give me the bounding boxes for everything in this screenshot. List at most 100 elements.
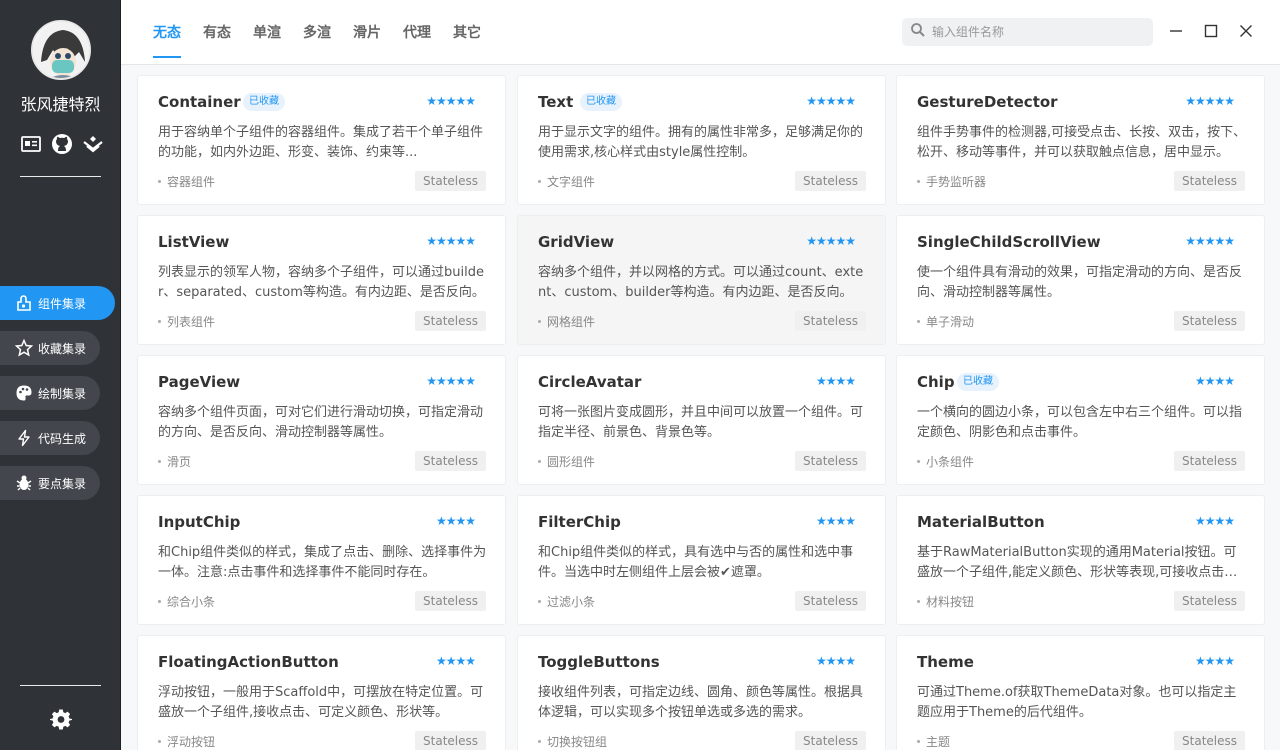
nav-item-paint[interactable]: 绘制集录	[0, 376, 100, 410]
rating-stars-icon: ★★★★	[435, 514, 476, 528]
sidebar: 张风捷特烈 组件集录 收藏集录 绘制集录 代码生成 要点集录	[0, 0, 121, 750]
rating-stars-icon: ★★★★★	[1185, 234, 1235, 248]
tab-other[interactable]: 其它	[453, 22, 481, 50]
widget-category-tag: 文字组件	[538, 173, 595, 190]
avatar[interactable]	[31, 20, 91, 80]
tab-sliver[interactable]: 滑片	[353, 22, 381, 50]
widget-card-title: PageView	[158, 373, 241, 391]
widget-card[interactable]: ToggleButtons ★★★★ 接收组件列表，可指定边线、圆角、颜色等属性。根…	[517, 635, 886, 750]
widget-card-title: FloatingActionButton	[158, 653, 339, 671]
search-input[interactable]	[932, 25, 1142, 39]
nav-item-points[interactable]: 要点集录	[0, 466, 100, 500]
widget-card[interactable]: InputChip ★★★★ 和Chip组件类似的样式，集成了点击、删除、选择事件为…	[137, 495, 506, 625]
widget-card-description: 一个横向的圆边小条，可以包含左中右三个组件。可以指定颜色、阴影色和点击事件。	[917, 405, 1243, 440]
widget-card-description: 用于显示文字的组件。拥有的属性非常多，足够满足你的使用需求,核心样式由style…	[538, 125, 864, 160]
widget-card[interactable]: PageView ★★★★★ 容纳多个组件页面，可对它们进行滑动切换，可指定滑动的方…	[137, 355, 506, 485]
rating-stars-icon: ★★★★★	[806, 234, 856, 248]
widget-card-grid: Container 已收藏 ★★★★★ 用于容纳单个子组件的容器组件。集成了若干个单子…	[137, 75, 1266, 750]
widget-card[interactable]: CircleAvatar ★★★★ 可将一张图片变成圆形，并且中间可以放置一个组件。…	[517, 355, 886, 485]
tab-single-render[interactable]: 单渲	[253, 22, 281, 50]
widget-card[interactable]: Theme ★★★★ 可通过Theme.of获取ThemeData对象。也可以指定主…	[896, 635, 1265, 750]
widget-card[interactable]: SingleChildScrollView ★★★★★ 使一个组件具有滑动的效果，可…	[896, 215, 1265, 345]
widget-state-label: Stateless	[415, 171, 486, 191]
widget-card[interactable]: ListView ★★★★★ 列表显示的领军人物，容纳多个子组件，可以通过build…	[137, 215, 506, 345]
widget-card-title: SingleChildScrollView	[917, 233, 1101, 251]
rating-stars-icon: ★★★★★	[426, 374, 476, 388]
search-box[interactable]	[902, 18, 1153, 46]
widget-state-label: Stateless	[795, 731, 866, 750]
widget-state-label: Stateless	[1174, 451, 1245, 471]
widget-card[interactable]: GestureDetector ★★★★★ 组件手势事件的检测器,可接受点击、长按、…	[896, 75, 1265, 205]
rating-stars-icon: ★★★★★	[806, 94, 856, 108]
widget-card-title: ListView	[158, 233, 230, 251]
rating-stars-icon: ★★★★	[1194, 514, 1235, 528]
widget-category-tag: 列表组件	[158, 313, 215, 330]
juejin-icon[interactable]	[82, 133, 104, 155]
widget-card-description: 和Chip组件类似的样式，具有选中与否的属性和选中事件。当选中时左侧组件上层会被…	[538, 545, 854, 580]
widget-card-title: FilterChip	[538, 513, 621, 531]
widget-category-tag: 浮动按钮	[158, 733, 215, 750]
widget-card-title: CircleAvatar	[538, 373, 642, 391]
bug-icon	[14, 473, 34, 493]
widget-category-tag: 单子滑动	[917, 313, 974, 330]
github-icon[interactable]	[51, 133, 73, 155]
favorited-badge: 已收藏	[243, 93, 285, 111]
nav-item-widgets[interactable]: 组件集录	[0, 286, 115, 320]
minimize-icon[interactable]	[1167, 22, 1185, 40]
tab-proxy[interactable]: 代理	[403, 22, 431, 50]
widget-card-description: 浮动按钮，一般用于Scaffold中，可摆放在特定位置。可盛放一个子组件,接收点…	[158, 685, 484, 720]
widget-card[interactable]: Text 已收藏 ★★★★★ 用于显示文字的组件。拥有的属性非常多，足够满足你的使用需…	[517, 75, 886, 205]
widget-card-title: Theme	[917, 653, 974, 671]
widget-state-label: Stateless	[415, 731, 486, 750]
nav-item-label: 代码生成	[38, 431, 87, 446]
widget-state-label: Stateless	[795, 451, 866, 471]
widget-card[interactable]: Container 已收藏 ★★★★★ 用于容纳单个子组件的容器组件。集成了若干个单子…	[137, 75, 506, 205]
widget-card-description: 容纳多个组件页面，可对它们进行滑动切换，可指定滑动的方向、是否反向、滑动控制器等…	[158, 405, 484, 440]
widget-category-tag: 滑页	[158, 453, 191, 470]
close-icon[interactable]	[1237, 22, 1255, 40]
widget-card-title: InputChip	[158, 513, 241, 531]
widget-state-label: Stateless	[1174, 171, 1245, 191]
top-header: 无态 有态 单渲 多渲 滑片 代理 其它	[121, 0, 1280, 65]
rating-stars-icon: ★★★★	[1194, 374, 1235, 388]
nav-item-label: 收藏集录	[38, 341, 87, 356]
tab-stateful[interactable]: 有态	[203, 22, 231, 50]
nav-item-label: 绘制集录	[38, 386, 87, 401]
maximize-icon[interactable]	[1202, 22, 1220, 40]
widget-card[interactable]: GridView ★★★★★ 容纳多个组件，并以网格的方式。可以通过count、ex…	[517, 215, 886, 345]
social-links	[20, 132, 104, 156]
widget-card-description: 使一个组件具有滑动的效果，可指定滑动的方向、是否反向、滑动控制器等属性。	[917, 265, 1243, 300]
nav-item-favorites[interactable]: 收藏集录	[0, 331, 100, 365]
rating-stars-icon: ★★★★	[815, 654, 856, 668]
rating-stars-icon: ★★★★★	[426, 94, 476, 108]
widget-state-label: Stateless	[415, 311, 486, 331]
widget-card-description: 组件手势事件的检测器,可接受点击、长按、双击，按下、松开、移动等事件，并可以获取…	[917, 125, 1247, 160]
widget-category-tag: 切换按钮组	[538, 733, 607, 750]
widget-card-title: Container	[158, 93, 241, 111]
profile-card-icon[interactable]	[20, 133, 42, 155]
widget-state-label: Stateless	[795, 591, 866, 611]
tab-multi-render[interactable]: 多渲	[303, 22, 331, 50]
rating-stars-icon: ★★★★	[815, 374, 856, 388]
widget-card-description: 可将一张图片变成圆形，并且中间可以放置一个组件。可指定半径、前景色、背景色等。	[538, 405, 864, 440]
widget-card-title: ToggleButtons	[538, 653, 660, 671]
widget-state-label: Stateless	[795, 171, 866, 191]
rating-stars-icon: ★★★★★	[1185, 94, 1235, 108]
widget-state-label: Stateless	[415, 591, 486, 611]
widget-category-tag: 综合小条	[158, 593, 215, 610]
widget-card[interactable]: FloatingActionButton ★★★★ 浮动按钮，一般用于Scaffol…	[137, 635, 506, 750]
widget-category-tag: 圆形组件	[538, 453, 595, 470]
favorited-badge: 已收藏	[957, 373, 999, 391]
widgets-icon	[14, 293, 34, 313]
widget-card[interactable]: Chip 已收藏 ★★★★ 一个横向的圆边小条，可以包含左中右三个组件。可以指定颜色、…	[896, 355, 1265, 485]
favorited-badge: 已收藏	[580, 93, 622, 111]
widget-card-description: 和Chip组件类似的样式，集成了点击、删除、选择事件为一体。注意:点击事件和选择…	[158, 545, 487, 580]
category-tabs: 无态 有态 单渲 多渲 滑片 代理 其它	[153, 22, 503, 58]
nav-item-codegen[interactable]: 代码生成	[0, 421, 100, 455]
widget-card[interactable]: MaterialButton ★★★★ 基于RawMaterialButton实现的…	[896, 495, 1265, 625]
widget-state-label: Stateless	[415, 451, 486, 471]
tab-stateless[interactable]: 无态	[153, 22, 181, 58]
app-window: 张风捷特烈 组件集录 收藏集录 绘制集录 代码生成 要点集录 无态 有态 单渲 …	[0, 0, 1280, 750]
settings-gear-icon[interactable]	[50, 708, 72, 730]
widget-card[interactable]: FilterChip ★★★★ 和Chip组件类似的样式，具有选中与否的属性和选中事…	[517, 495, 886, 625]
